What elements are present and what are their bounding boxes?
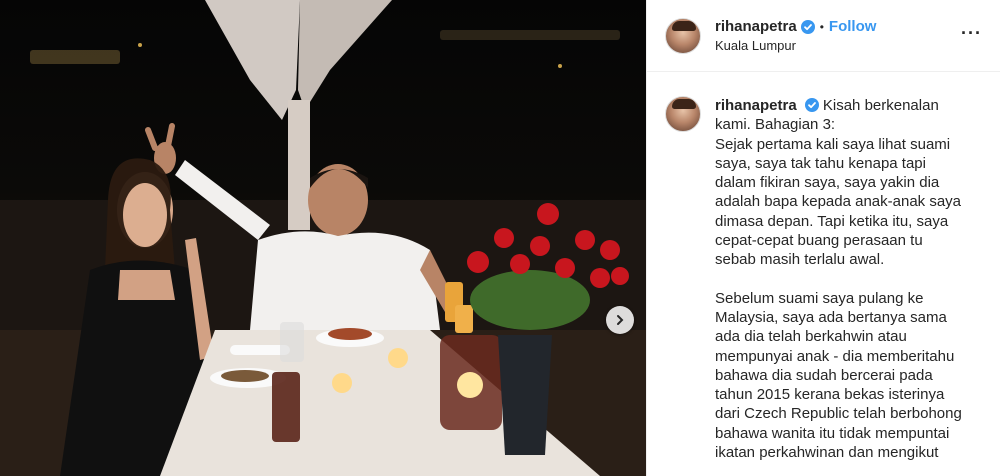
post-location[interactable]: Kuala Lumpur bbox=[715, 38, 876, 53]
separator-dot: • bbox=[819, 20, 824, 34]
next-photo-button[interactable] bbox=[606, 306, 634, 334]
dinner-scene-illustration bbox=[0, 0, 646, 476]
follow-button[interactable]: Follow bbox=[829, 18, 877, 36]
caption-author-avatar[interactable] bbox=[665, 96, 701, 132]
post-header: rihanapetra • Follow Kuala Lumpur ··· bbox=[647, 0, 1000, 72]
caption-paragraph-2: Sebelum suami saya pulang ke Malaysia, s… bbox=[715, 289, 962, 462]
author-info: rihanapetra • Follow Kuala Lumpur bbox=[715, 18, 876, 53]
verified-badge-icon bbox=[800, 20, 815, 34]
author-username[interactable]: rihanapetra bbox=[715, 18, 797, 36]
author-row: rihanapetra • Follow bbox=[715, 18, 876, 36]
more-options-button[interactable]: ··· bbox=[961, 24, 982, 42]
caption-username[interactable]: rihanapetra bbox=[715, 97, 797, 114]
caption-comment: rihanapetra Kisah berkenalan kami. Bahag… bbox=[647, 72, 1000, 462]
caption-paragraph-1: Sejak pertama kali saya lihat suami saya… bbox=[715, 135, 962, 269]
verified-badge-icon bbox=[804, 98, 819, 112]
author-avatar[interactable] bbox=[665, 17, 701, 54]
post-photo bbox=[0, 0, 646, 476]
post-caption: rihanapetra Kisah berkenalan kami. Bahag… bbox=[715, 96, 967, 462]
chevron-right-icon bbox=[617, 315, 624, 325]
post-sidebar: rihanapetra • Follow Kuala Lumpur ··· ri… bbox=[646, 0, 1000, 476]
